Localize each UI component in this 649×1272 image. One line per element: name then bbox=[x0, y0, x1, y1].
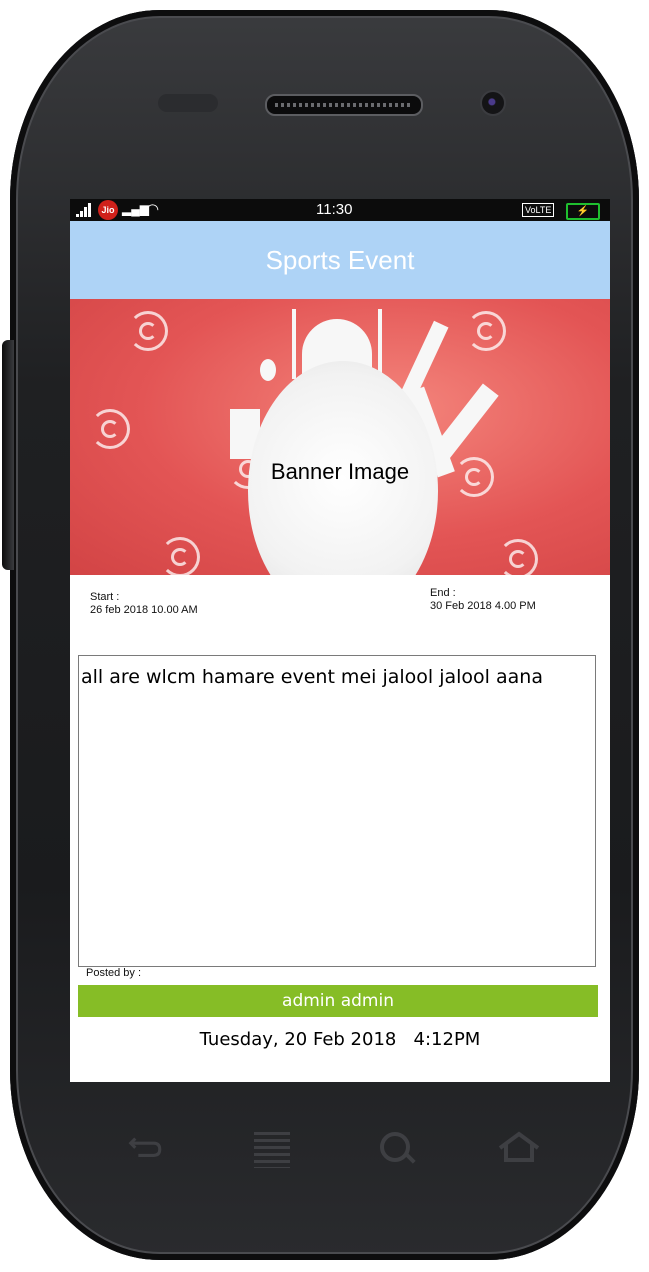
event-description: all are wlcm hamare event mei jalool jal… bbox=[78, 655, 596, 967]
end-value: 30 Feb 2018 4.00 PM bbox=[430, 600, 536, 612]
carrier-badge: Jio bbox=[98, 200, 118, 220]
swirl-decoration-icon bbox=[128, 311, 168, 351]
back-icon[interactable] bbox=[126, 1134, 166, 1160]
end-label: End : bbox=[430, 587, 456, 599]
swirl-decoration-icon bbox=[160, 537, 200, 575]
menu-icon[interactable] bbox=[254, 1132, 290, 1168]
battery-charging-icon: ⚡ bbox=[566, 203, 600, 220]
figure-silhouette bbox=[260, 359, 276, 381]
swirl-decoration-icon bbox=[466, 311, 506, 351]
start-value: 26 feb 2018 10.00 AM bbox=[90, 604, 198, 616]
status-time: 11:30 bbox=[316, 201, 353, 218]
event-dates: Start : 26 feb 2018 10.00 AM End : 30 Fe… bbox=[70, 575, 610, 645]
start-date: Start : 26 feb 2018 10.00 AM bbox=[90, 591, 198, 617]
earpiece-speaker bbox=[265, 94, 423, 116]
minaret bbox=[292, 309, 296, 379]
sim-signal-icon: ▂▄▆ bbox=[122, 202, 149, 216]
swirl-decoration-icon bbox=[90, 409, 130, 449]
banner-label: Banner Image bbox=[270, 459, 410, 484]
start-label: Start : bbox=[90, 591, 120, 603]
app-bar-title: Sports Event bbox=[70, 221, 610, 299]
volte-badge: VoLTE bbox=[522, 203, 555, 217]
volume-button[interactable] bbox=[2, 340, 14, 570]
signal-bars-icon bbox=[76, 203, 92, 217]
minaret bbox=[378, 309, 382, 379]
swirl-decoration-icon bbox=[498, 539, 538, 575]
front-camera-icon bbox=[480, 90, 506, 116]
search-icon[interactable] bbox=[380, 1132, 410, 1162]
post-timestamp: Tuesday, 20 Feb 2018 4:12PM bbox=[199, 1029, 481, 1050]
posted-by-label: Posted by : bbox=[86, 967, 142, 979]
end-date: End : 30 Feb 2018 4.00 PM bbox=[430, 587, 536, 613]
author-name: admin admin bbox=[78, 985, 598, 1017]
proximity-sensor bbox=[158, 94, 218, 112]
home-icon[interactable] bbox=[496, 1130, 542, 1164]
banner-image[interactable]: Banner Image bbox=[70, 299, 610, 575]
wifi-icon: ◠ bbox=[146, 201, 160, 218]
status-bar: Jio ▂▄▆ ◠ 11:30 VoLTE ⚡ bbox=[70, 199, 610, 221]
screen: Jio ▂▄▆ ◠ 11:30 VoLTE ⚡ Sports Event Ban… bbox=[70, 199, 610, 1082]
